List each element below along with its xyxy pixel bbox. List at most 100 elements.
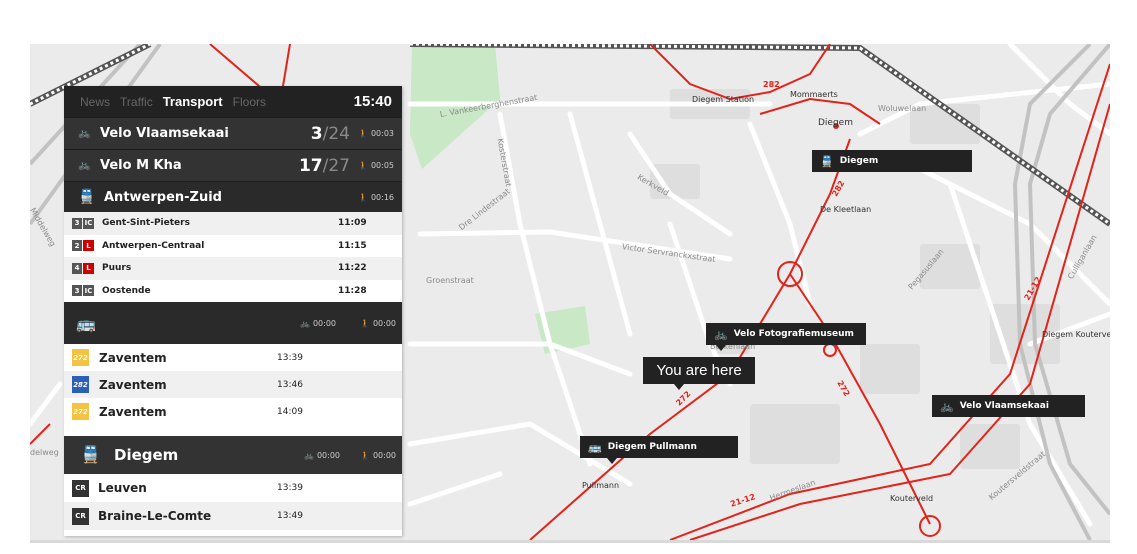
map-label-velo-fotografiemuseum[interactable]: 🚲 Velo Fotografiemuseum	[706, 323, 866, 345]
destination: Leuven	[98, 481, 147, 495]
departure-time: 13:49	[277, 511, 303, 521]
tab-traffic[interactable]: Traffic	[120, 95, 153, 109]
bike-icon: 🚲	[78, 128, 91, 139]
train-departures: 3 IC Gent-Sint-Pieters 11:09 2 L Antwerp…	[64, 212, 402, 302]
departure-row: 3 IC Oostende 11:28	[64, 280, 402, 303]
map-label-text: Velo Fotografiemuseum	[733, 329, 854, 339]
place-mommaerts: Mommaerts	[790, 90, 838, 99]
bus-line-badge: 272	[72, 403, 89, 420]
destination: Zaventem	[99, 350, 167, 365]
destination: Oostende	[102, 285, 151, 296]
train-type-badge: L	[83, 240, 94, 252]
train-icon: 🚆	[80, 445, 102, 465]
departure-time: 11:28	[338, 285, 367, 296]
street-delweg: delweg	[30, 448, 59, 457]
departure-time: 14:09	[277, 406, 303, 417]
place-diegem: Diegem	[818, 118, 853, 128]
velo-row[interactable]: 🚲 Velo M Kha 17/27 🚶 00:05	[64, 149, 402, 181]
bus-departure-row: 272 Zaventem 13:39	[64, 344, 402, 371]
train-type-badge: IC	[83, 285, 94, 297]
place-diegem-station: Diegem Station	[692, 95, 755, 104]
train-type-badge: IC	[83, 217, 94, 229]
walk-time: 🚶 00:16	[358, 192, 394, 202]
departure-time: 11:22	[338, 263, 367, 274]
velo-availability: 3/24	[310, 123, 350, 144]
tab-news[interactable]: News	[80, 95, 110, 109]
transport-panel: News Traffic Transport Floors 15:40 🚲 Ve…	[64, 86, 402, 536]
departure-time: 11:09	[338, 218, 367, 229]
station-header[interactable]: 🚆 Antwerpen-Zuid 🚶 00:16	[64, 181, 402, 212]
map-label-text: Velo Vlaamsekaai	[959, 401, 1049, 411]
bus-departures: 272 Zaventem 13:39 282 Zaventem 13:46 27…	[64, 344, 402, 425]
diegem-station-header[interactable]: 🚆 Diegem 🚲 00:00 🚶 00:00	[64, 436, 402, 474]
bus-icon: 🚌	[76, 313, 96, 333]
place-de-kleetlaan: De Kleetlaan	[820, 205, 872, 214]
departure-row: CR Leuven 13:39	[64, 474, 402, 502]
street-woluwelaan: Woluwelaan	[878, 104, 927, 113]
bike-time: 🚲 00:00	[300, 318, 336, 328]
tab-floors[interactable]: Floors	[233, 95, 266, 109]
bus-stop-header[interactable]: 🚌 🚲 00:00 🚶 00:00	[64, 302, 402, 344]
station-name: Diegem	[114, 446, 179, 464]
bus-line-badge: 282	[72, 376, 89, 393]
bus-departure-row: 272 Zaventem 14:09	[64, 398, 402, 425]
departure-row: 2 L Antwerpen-Centraal 11:15	[64, 235, 402, 258]
platform-badge: 2	[72, 240, 82, 252]
diegem-departures: CR Leuven 13:39 CR Braine-Le-Comte 13:49	[64, 474, 402, 530]
bike-icon: 🚲	[78, 160, 91, 171]
departure-row: 4 L Puurs 11:22	[64, 257, 402, 280]
train-type-badge: CR	[72, 479, 89, 497]
departure-row: 3 IC Gent-Sint-Pieters 11:09	[64, 212, 402, 235]
place-kouterveld: Kouterveld	[890, 494, 934, 503]
velo-name: Velo Vlaamsekaai	[100, 126, 229, 141]
departure-time: 13:39	[277, 483, 303, 493]
map-label-diegem-pullmann[interactable]: 🚌 Diegem Pullmann	[580, 436, 738, 458]
walk-time: 🚶 00:05	[358, 161, 394, 170]
platform-badge: 4	[72, 262, 82, 274]
walk-time: 🚶 00:00	[360, 450, 396, 460]
place-pullmann: Pullmann	[582, 481, 620, 490]
departure-time: 11:15	[338, 240, 367, 251]
train-icon: 🚆	[78, 189, 96, 205]
destination: Puurs	[102, 263, 132, 274]
departure-row: CR Braine-Le-Comte 13:49	[64, 502, 402, 530]
bus-departure-row: 282 Zaventem 13:46	[64, 371, 402, 398]
destination: Braine-Le-Comte	[98, 509, 212, 523]
bus-line-badge: 272	[72, 349, 89, 366]
screen: Diegem Station Mommaerts Diegem De Kleet…	[0, 0, 1137, 554]
destination: Zaventem	[99, 377, 167, 392]
velo-row[interactable]: 🚲 Velo Vlaamsekaai 3/24 🚶 00:03	[64, 117, 402, 149]
tab-transport[interactable]: Transport	[163, 94, 223, 109]
bike-icon: 🚲	[940, 399, 954, 413]
walk-time: 🚶 00:00	[360, 318, 396, 328]
map-label-velo-vlaamsekaai[interactable]: 🚲 Velo Vlaamsekaai	[932, 395, 1085, 417]
bike-icon: 🚲	[714, 327, 728, 341]
you-are-here-marker: You are here	[643, 357, 755, 384]
map-label-text: Diegem Pullmann	[607, 442, 697, 452]
velo-availability: 17/27	[298, 155, 350, 176]
place-diegem-kouterveld: Diegem Kouterveld	[1042, 330, 1110, 339]
map-label-text: Diegem	[839, 156, 879, 166]
route-number: 282	[763, 80, 780, 89]
station-name: Antwerpen-Zuid	[104, 189, 222, 205]
departure-time: 13:46	[277, 379, 303, 390]
bike-time: 🚲 00:00	[304, 450, 340, 460]
train-icon: 🚆	[820, 154, 834, 168]
tab-bar: News Traffic Transport Floors 15:40	[64, 86, 402, 117]
train-type-badge: L	[83, 262, 94, 274]
velo-name: Velo M Kha	[100, 158, 182, 173]
bottom-divider	[30, 540, 1110, 543]
platform-badge: 3	[72, 285, 82, 297]
map-label-pointer	[716, 345, 726, 351]
destination: Antwerpen-Centraal	[102, 240, 205, 251]
walk-time: 🚶 00:03	[358, 129, 394, 138]
bus-icon: 🚌	[588, 440, 602, 454]
you-are-here-pointer	[674, 384, 684, 390]
map-label-diegem[interactable]: 🚆 Diegem	[812, 150, 972, 172]
street-groenstraat: Groenstraat	[426, 276, 474, 285]
destination: Gent-Sint-Pieters	[102, 218, 190, 229]
destination: Zaventem	[99, 404, 167, 419]
map-label-pointer	[607, 458, 617, 464]
train-type-badge: CR	[72, 507, 89, 525]
clock: 15:40	[353, 93, 392, 110]
